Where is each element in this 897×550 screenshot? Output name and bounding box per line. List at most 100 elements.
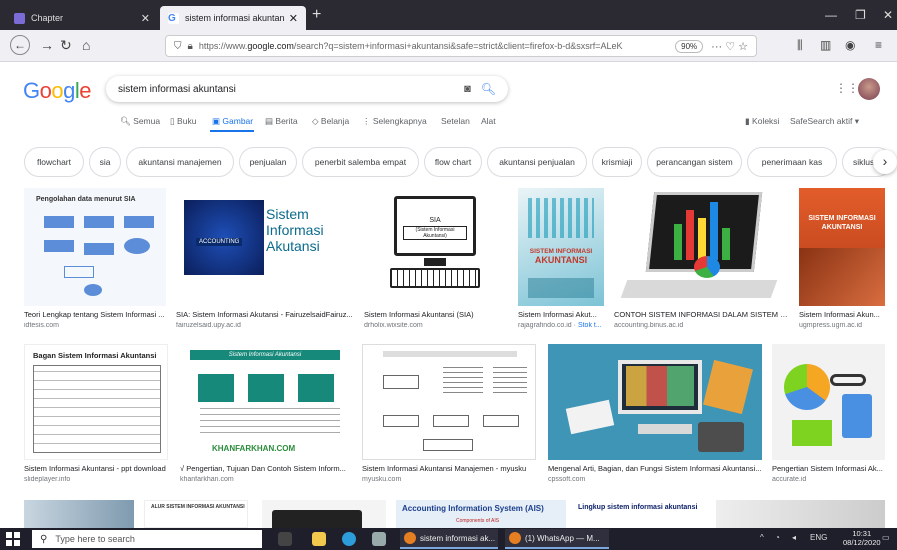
result-source[interactable]: accounting.binus.ac.id [614,322,788,329]
chip-akuntansi-penjualan[interactable]: akuntansi penjualan [487,147,587,177]
chip-perancangan-sistem[interactable]: perancangan sistem [647,147,742,177]
taskbar-app-whatsapp[interactable]: (1) WhatsApp — M... [505,529,609,549]
chip-penerbit-salemba-empat[interactable]: penerbit salemba empat [302,147,419,177]
image-result[interactable]: Pengolahan data menurut SIA Teori Lengka… [24,188,166,333]
volume-icon[interactable]: ◂ [792,533,796,542]
result-title[interactable]: Teori Lengkap tentang Sistem Informasi .… [24,310,166,319]
collections-button[interactable]: ▮ Koleksi [745,116,779,127]
result-thumbnail[interactable] [262,500,386,528]
image-result[interactable]: SISTEM INFORMASI AKUNTANSI Sistem Inform… [518,188,604,333]
result-thumbnail[interactable]: Sistem Informasi Akuntansi KHANFARKHAN.C… [180,344,350,460]
result-source[interactable]: cpssoft.com [548,476,762,483]
tray-chevron-icon[interactable]: ^ [760,533,764,542]
image-result[interactable]: CONTOH SISTEM INFORMASI DALAM SISTEM INF… [614,188,788,333]
chip-akuntansi-manajemen[interactable]: akuntansi manajemen [126,147,234,177]
camera-icon[interactable]: ◙ [464,83,471,95]
result-title[interactable]: Pengertian Sistem Informasi Ak... [772,464,885,473]
home-button[interactable]: ⌂ [82,37,90,53]
network-icon[interactable]: ◔ [775,533,780,542]
image-result[interactable]: Accounting Information System (AIS) Comp… [396,500,566,528]
image-result[interactable]: SISTEM INFORMASI AKUNTANSI Sistem Inform… [799,188,885,333]
result-thumbnail[interactable] [24,500,134,528]
result-title[interactable]: Sistem Informasi Akun... [799,310,885,319]
image-result[interactable]: SIA (Sistem Informasi Akuntansi) Sistem … [364,188,506,333]
chip-penjualan[interactable]: penjualan [239,147,297,177]
avatar[interactable] [858,78,880,100]
image-result[interactable]: ALUR SISTEM INFORMASI AKUNTANSI [144,500,248,528]
task-view-icon[interactable] [278,532,292,546]
search-icon[interactable]: 🔍︎ [481,82,496,96]
safesearch-button[interactable]: SafeSearch aktif ▾ [790,116,859,127]
close-icon[interactable]: ✕ [289,12,298,25]
tab-belanja[interactable]: ◇ Belanja [312,116,349,127]
new-tab-button[interactable]: + [312,6,321,24]
result-title[interactable]: Sistem Informasi Akut... [518,310,604,319]
taskbar-search-input[interactable]: ⚲ Type here to search [32,530,262,548]
result-source[interactable]: drholix.wixsite.com [364,322,506,329]
minimize-icon[interactable]: — [825,8,837,22]
result-title[interactable]: Mengenal Arti, Bagian, dan Fungsi Sistem… [548,464,762,473]
result-thumbnail[interactable]: SIA (Sistem Informasi Akuntansi) [364,188,506,306]
language-indicator[interactable]: ENG [810,533,827,542]
chip-flow-chart[interactable]: flow chart [424,147,482,177]
file-explorer-icon[interactable] [312,532,326,546]
tab-semua[interactable]: 🔍︎ Semua [120,116,160,127]
result-thumbnail[interactable]: Pengolahan data menurut SIA [24,188,166,306]
tab-google-search[interactable]: G sistem informasi akuntansi - G ✕ [160,6,306,30]
edge-icon[interactable] [342,532,356,546]
search-query[interactable]: sistem informasi akuntansi [118,84,464,95]
image-result[interactable]: Sistem Informasi Akuntansi Manajemen - m… [362,344,536,489]
result-title[interactable]: √ Pengertian, Tujuan Dan Contoh Sistem I… [180,464,350,473]
tab-alat[interactable]: Alat [481,116,496,126]
result-title[interactable]: Sistem Informasi Akuntansi - ppt downloa… [24,464,168,473]
chip-penerimaan-kas[interactable]: penerimaan kas [747,147,837,177]
result-source[interactable]: khanfarkhan.com [180,476,350,483]
result-thumbnail[interactable] [362,344,536,460]
image-result[interactable]: Mengenal Arti, Bagian, dan Fungsi Sistem… [548,344,762,489]
image-result[interactable]: Sistem Informasi Akuntansi KHANFARKHAN.C… [180,344,350,489]
result-source[interactable]: accurate.id [772,476,885,483]
forward-button[interactable]: → [40,37,54,53]
chip-krismiaji[interactable]: krismiaji [592,147,642,177]
chip-sia[interactable]: sia [89,147,121,177]
result-thumbnail[interactable]: SISTEM INFORMASI AKUNTANSI [518,188,604,306]
image-result[interactable]: ACCOUNTING Sistem Informasi Akutansi SIA… [176,188,354,333]
result-thumbnail[interactable] [614,188,788,306]
tab-buku[interactable]: ▯ Buku [170,116,196,127]
result-thumbnail[interactable]: SISTEM INFORMASI AKUNTANSI [799,188,885,306]
result-thumbnail[interactable]: Accounting Information System (AIS) Comp… [396,500,566,528]
search-input[interactable]: sistem informasi akuntansi ◙ 🔍︎ [106,76,508,102]
windows-start-icon[interactable] [6,532,20,546]
google-logo[interactable]: Google [23,78,92,104]
image-result[interactable] [24,500,134,528]
page-actions[interactable]: ··· ♡ ☆ [711,40,748,53]
result-thumbnail[interactable]: Bagan Sistem Informasi Akuntansi [24,344,168,460]
system-clock[interactable]: 10:31 08/12/2020 [843,529,881,547]
menu-icon[interactable]: ≡ [875,38,882,52]
result-thumbnail[interactable]: ACCOUNTING Sistem Informasi Akutansi [176,188,354,306]
window-close-icon[interactable]: ✕ [883,8,893,22]
account-icon[interactable]: ◉ [845,38,855,52]
taskbar-app-firefox[interactable]: sistem informasi ak... [400,529,498,549]
result-thumbnail[interactable] [716,500,885,528]
result-source[interactable]: fairuzelsaid.upy.ac.id [176,322,354,329]
notifications-icon[interactable]: ▭ [882,533,890,542]
image-result[interactable]: Bagan Sistem Informasi Akuntansi Sistem … [24,344,168,489]
sidebar-icon[interactable]: ▥ [820,38,831,52]
address-bar[interactable]: ⛉ 🔒︎ https://www.google.com/search?q=sis… [165,35,757,57]
result-source[interactable]: ugmpress.ugm.ac.id [799,322,885,329]
result-source[interactable]: slideplayer.info [24,476,168,483]
result-source[interactable]: rajagrafindo.co.id · Stok t... [518,322,604,329]
result-source[interactable]: myusku.com [362,476,536,483]
tab-setelan[interactable]: Setelan [441,116,470,126]
tab-gambar[interactable]: ▣ Gambar [212,116,253,127]
result-title[interactable]: CONTOH SISTEM INFORMASI DALAM SISTEM INF… [614,310,788,319]
image-result[interactable]: Lingkup sistem informasi akuntansi [576,500,706,528]
maximize-icon[interactable]: ❐ [855,8,866,22]
chevron-right-icon[interactable]: › [873,150,897,174]
reload-button[interactable]: ↻ [60,37,72,54]
image-result[interactable] [716,500,885,528]
app-icon[interactable] [372,532,386,546]
library-icon[interactable]: ⫼ [797,38,803,53]
result-title[interactable]: Sistem Informasi Akuntansi Manajemen - m… [362,464,536,473]
